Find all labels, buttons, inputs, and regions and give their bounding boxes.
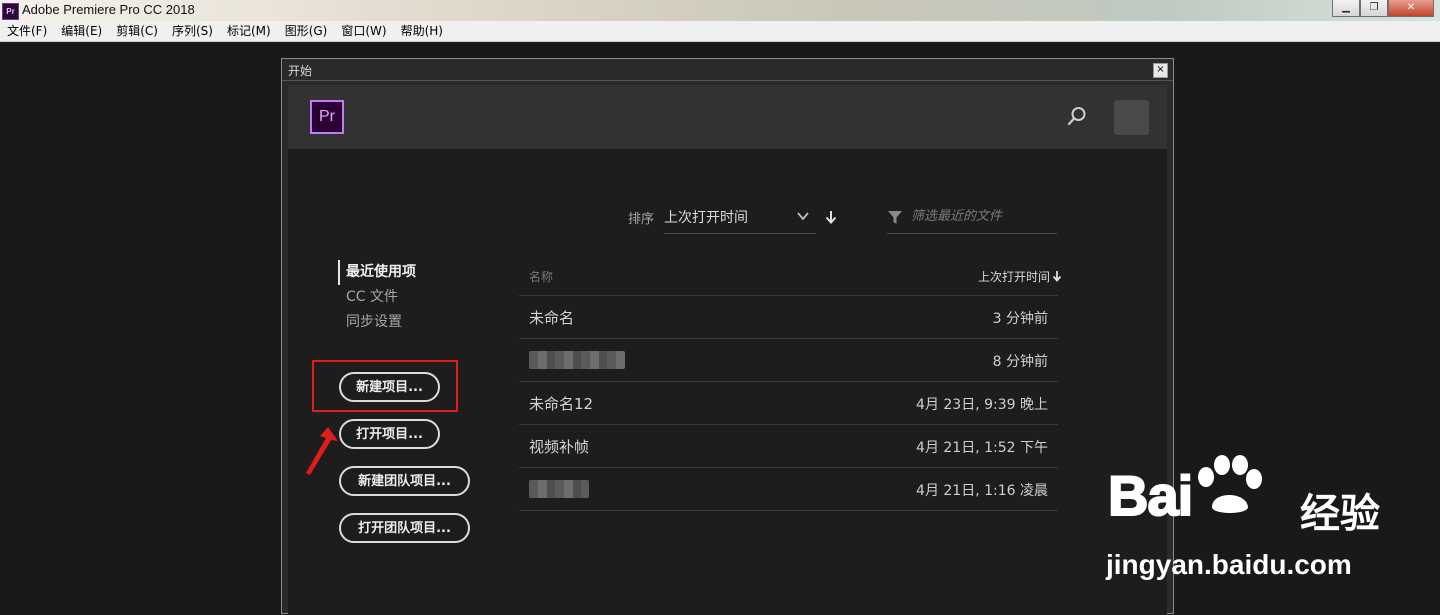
watermark-url: jingyan.baidu.com	[1106, 549, 1352, 580]
menu-graphics[interactable]: 图形(G)	[278, 21, 335, 41]
sort-value: 上次打开时间	[664, 210, 748, 226]
table-row[interactable]: 未命名 3 分钟前	[519, 296, 1058, 339]
file-time: 4月 21日, 1:52 下午	[916, 440, 1048, 456]
minimize-button[interactable]: ▁	[1332, 0, 1360, 17]
window-title: Adobe Premiere Pro CC 2018	[22, 2, 195, 17]
menu-clip[interactable]: 剪辑(C)	[109, 21, 165, 41]
column-time-label: 上次打开时间	[977, 270, 1050, 284]
filter-recent-files-input[interactable]	[911, 205, 1051, 227]
menu-edit[interactable]: 编辑(E)	[54, 21, 109, 41]
dialog-close-button[interactable]: ×	[1153, 63, 1168, 78]
redacted-file-name	[529, 480, 589, 498]
table-row[interactable]: 视频补帧 4月 21日, 1:52 下午	[519, 425, 1058, 468]
nav-sync-settings[interactable]: 同步设置	[338, 310, 416, 335]
baidu-watermark: Bai 经验 jingyan.baidu.com	[1100, 455, 1430, 585]
open-team-project-button[interactable]: 打开团队项目...	[339, 513, 470, 543]
table-row[interactable]: 未命名12 4月 23日, 9:39 晚上	[519, 382, 1058, 425]
close-window-button[interactable]: ✕	[1388, 0, 1434, 17]
annotation-arrow-icon	[306, 427, 338, 475]
window-titlebar: Pr Adobe Premiere Pro CC 2018 ▁ ❐ ✕	[0, 0, 1440, 22]
recent-files-table: 名称 上次打开时间 未命名 3 分钟前 8 分钟前 未命名12 4月 23日, …	[519, 259, 1062, 511]
filter-box	[887, 201, 1057, 234]
file-time: 3 分钟前	[992, 311, 1048, 327]
nav-recent[interactable]: 最近使用项	[338, 260, 416, 285]
premiere-app-icon: Pr	[2, 3, 19, 20]
column-name-header[interactable]: 名称	[529, 268, 553, 285]
file-name: 未命名12	[529, 395, 594, 413]
table-row[interactable]: 8 分钟前	[519, 339, 1058, 382]
start-nav: 最近使用项 CC 文件 同步设置	[338, 260, 416, 335]
start-header: Pr	[288, 85, 1167, 149]
start-panel: Pr 排序 上次打开时间 最近使用项	[288, 85, 1167, 615]
file-name: 未命名	[529, 309, 575, 327]
sort-dropdown[interactable]: 上次打开时间	[664, 201, 816, 234]
dialog-title: 开始	[288, 64, 313, 78]
window-controls: ▁ ❐ ✕	[1332, 0, 1434, 18]
filter-funnel-icon	[888, 211, 902, 224]
menu-help[interactable]: 帮助(H)	[394, 21, 450, 41]
menu-bar: 文件(F) 编辑(E) 剪辑(C) 序列(S) 标记(M) 图形(G) 窗口(W…	[0, 21, 1440, 42]
sort-label: 排序	[628, 212, 655, 227]
menu-markers[interactable]: 标记(M)	[220, 21, 278, 41]
watermark-brand: Bai	[1107, 463, 1194, 528]
redacted-file-name	[529, 351, 625, 369]
start-dialog: 开始 × Pr 排序 上次打开时间 筛选最近的文件 最近使用项 CC 文件 同步…	[281, 58, 1174, 615]
user-avatar[interactable]	[1114, 100, 1149, 135]
new-project-button[interactable]: 新建项目...	[339, 372, 440, 402]
restore-button[interactable]: ❐	[1360, 0, 1388, 17]
open-project-button[interactable]: 打开项目...	[339, 419, 440, 449]
paw-logo-icon	[1198, 455, 1262, 513]
column-time-header[interactable]: 上次打开时间	[978, 268, 1062, 285]
sort-direction-arrow-icon[interactable]	[824, 209, 838, 225]
file-time: 4月 21日, 1:16 凌晨	[916, 483, 1048, 499]
nav-cc-files[interactable]: CC 文件	[338, 285, 416, 310]
table-row[interactable]: 4月 21日, 1:16 凌晨	[519, 468, 1058, 511]
file-time: 4月 23日, 9:39 晚上	[916, 397, 1048, 413]
chevron-down-icon	[797, 212, 809, 221]
file-name: 视频补帧	[529, 438, 590, 456]
premiere-logo: Pr	[310, 100, 344, 134]
menu-file[interactable]: 文件(F)	[0, 21, 54, 41]
dialog-titlebar: 开始 ×	[282, 59, 1173, 81]
watermark-brand-suffix: 经验	[1300, 491, 1380, 537]
search-icon[interactable]	[1066, 105, 1088, 127]
menu-window[interactable]: 窗口(W)	[334, 21, 393, 41]
sort-down-arrow-icon	[1052, 271, 1062, 282]
table-header: 名称 上次打开时间	[519, 259, 1062, 296]
menu-sequence[interactable]: 序列(S)	[165, 21, 220, 41]
file-time: 8 分钟前	[992, 354, 1048, 370]
new-team-project-button[interactable]: 新建团队项目...	[339, 466, 470, 496]
